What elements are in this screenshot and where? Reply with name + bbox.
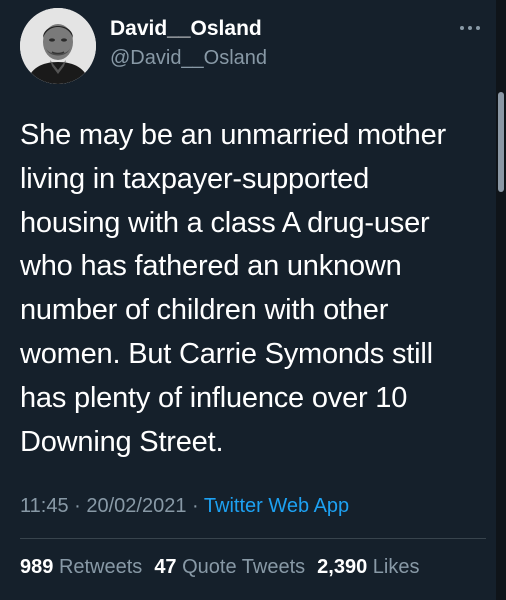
retweets-stat[interactable]: 989 Retweets <box>20 556 142 578</box>
likes-stat[interactable]: 2,390 Likes <box>317 556 419 578</box>
tweet-text-line: women. But Carrie Symonds still <box>20 337 433 370</box>
tweet-text-line: number of children with other <box>20 294 389 327</box>
quote-tweets-label: Quote Tweets <box>182 556 306 578</box>
meta-separator: · <box>192 495 199 517</box>
likes-label: Likes <box>372 556 420 578</box>
tweet-time[interactable]: 11:45 <box>20 495 69 517</box>
retweets-label: Retweets <box>58 556 143 578</box>
tweet-stats: 989 Retweets 47 Quote Tweets 2,390 Likes <box>20 555 420 579</box>
scrollbar-thumb[interactable] <box>498 92 504 192</box>
quote-tweets-count: 47 <box>154 556 177 578</box>
tweet-text-line: living in taxpayer-supported <box>20 162 370 195</box>
display-name[interactable]: David__Osland <box>110 16 262 42</box>
meta-separator: · <box>74 495 81 517</box>
tweet-meta: 11:45 · 20/02/2021 · Twitter Web App <box>20 494 349 518</box>
user-handle[interactable]: @David__Osland <box>110 46 267 70</box>
tweet-text-line: She may be an unmarried mother <box>20 119 446 151</box>
likes-count: 2,390 <box>317 556 368 578</box>
tweet-text-line: housing with a class A drug-user <box>20 206 430 239</box>
tweet-date[interactable]: 20/02/2021 <box>86 495 186 517</box>
divider <box>20 538 486 539</box>
tweet-text-line: Downing Street. <box>20 425 224 458</box>
tweet-card: David__Osland @David__Osland She may be … <box>0 0 506 600</box>
tweet-text-line: who has fathered an unknown <box>20 250 402 283</box>
tweet-text-line: has plenty of influence over 10 <box>20 381 408 414</box>
quote-tweets-stat[interactable]: 47 Quote Tweets <box>154 556 305 578</box>
more-options-icon[interactable] <box>456 18 484 38</box>
avatar[interactable] <box>20 8 96 84</box>
tweet-text: She may be an unmarried mother living in… <box>20 114 480 464</box>
profile-photo-icon <box>20 8 96 84</box>
scrollbar-track[interactable] <box>496 0 506 600</box>
retweets-count: 989 <box>20 556 54 578</box>
tweet-source-link[interactable]: Twitter Web App <box>204 495 349 517</box>
